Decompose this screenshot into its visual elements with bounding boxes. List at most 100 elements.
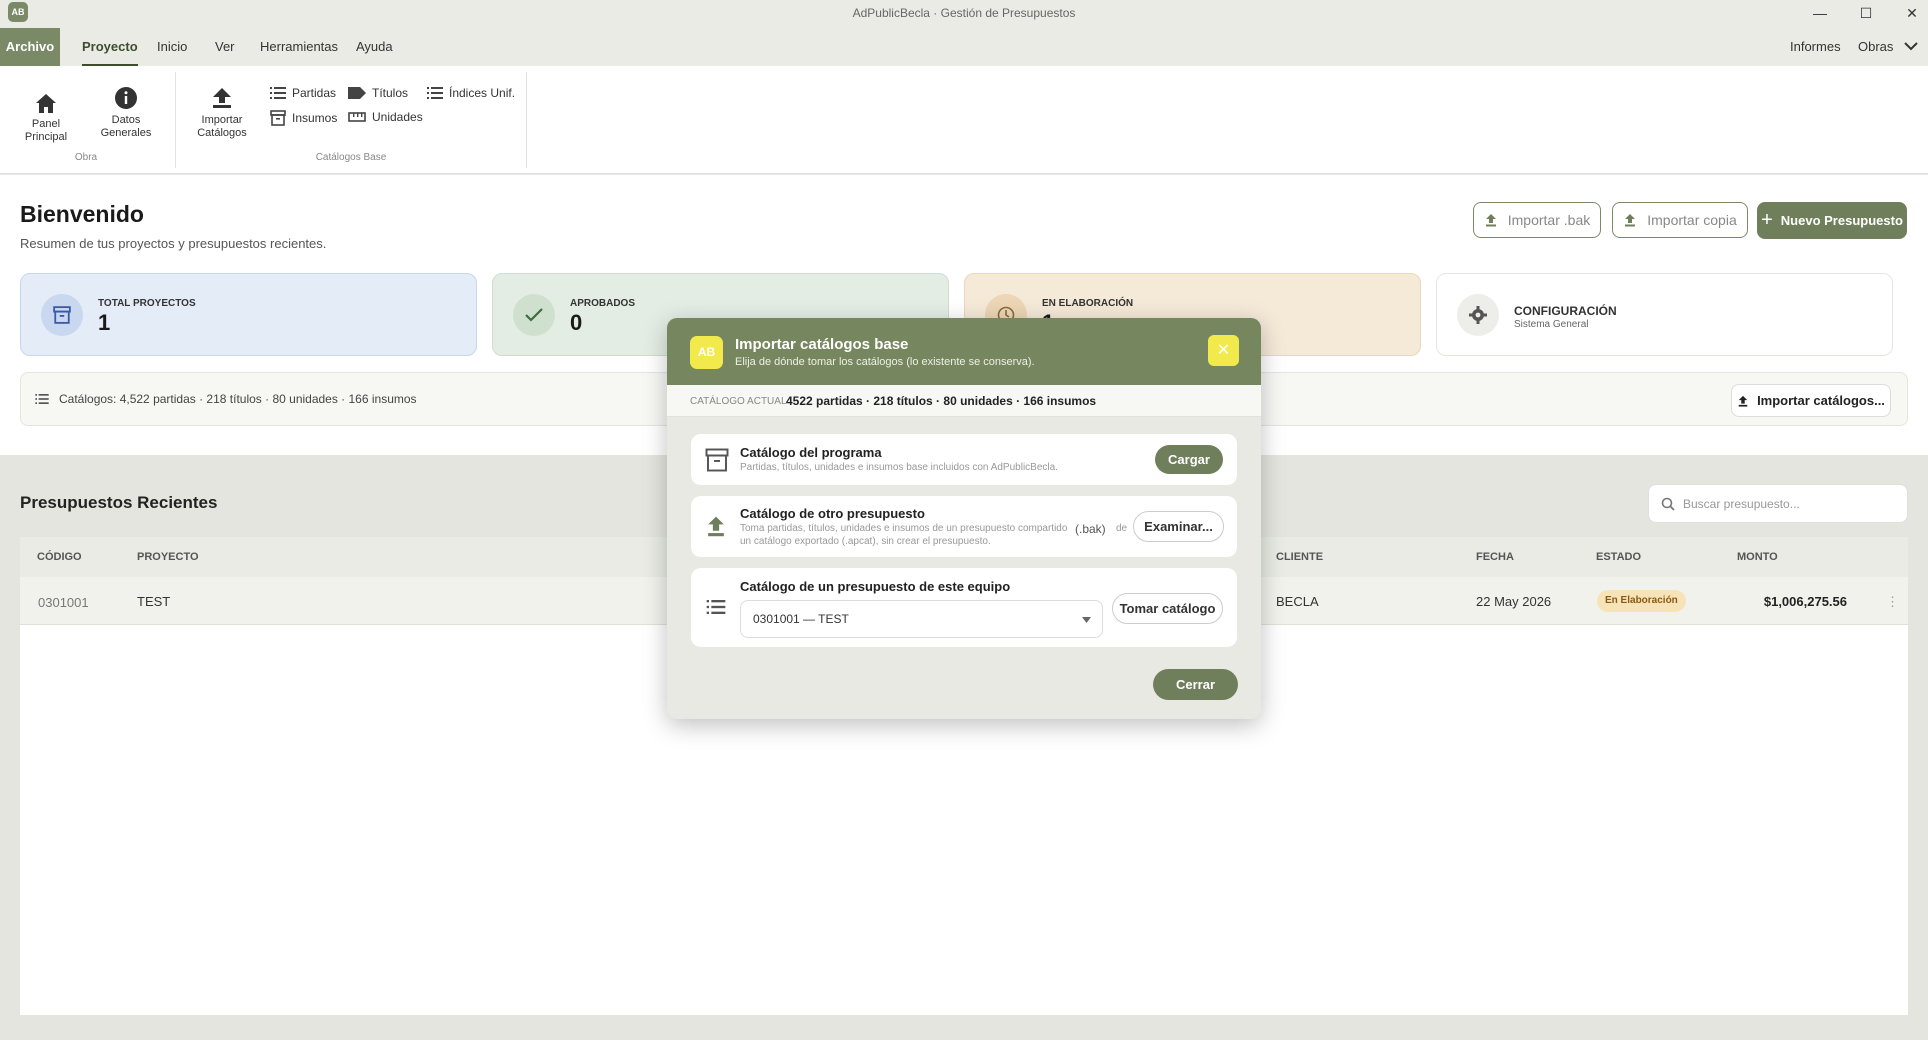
menu-inicio[interactable]: Inicio: [157, 28, 187, 66]
importar-catalogos-ribbon-button[interactable]: Importar Catálogos: [192, 86, 252, 140]
window-title: AdPublicBecla · Gestión de Presupuestos: [852, 6, 1076, 20]
ribbon: Panel Principal Datos Generales Obra Imp…: [0, 66, 1928, 174]
importar-catalogos-label: Importar catálogos...: [1757, 393, 1885, 408]
col-cliente[interactable]: CLIENTE: [1276, 551, 1323, 563]
list-icon: [706, 600, 726, 614]
ribbon-separator: [526, 72, 527, 168]
row-monto: $1,006,275.56: [1763, 594, 1847, 609]
search-icon: [1661, 497, 1675, 511]
partidas-label: Partidas: [292, 86, 337, 100]
team-budget-select[interactable]: 0301001 — TEST: [740, 600, 1103, 638]
configuracion-sub: Sistema General: [1514, 319, 1589, 330]
importar-label-1: Importar: [201, 114, 243, 126]
panel-principal-label: Panel Principal: [24, 118, 68, 143]
list-icon: [427, 87, 443, 99]
menu-ayuda[interactable]: Ayuda: [356, 28, 393, 66]
import-copia-label: Importar copia: [1647, 212, 1737, 228]
col-codigo[interactable]: CÓDIGO: [37, 551, 82, 563]
row-fecha: 22 May 2026: [1476, 594, 1552, 609]
plus-icon: +: [1761, 209, 1773, 231]
row-cliente: BECLA: [1276, 594, 1319, 609]
menu-archivo[interactable]: Archivo: [0, 28, 60, 66]
archive-icon: [270, 110, 286, 126]
gear-icon: [1457, 294, 1499, 336]
menu-proyecto[interactable]: Proyecto: [82, 28, 138, 66]
option-program-catalog: Catálogo del programa Partidas, títulos,…: [691, 434, 1237, 485]
configuracion-card[interactable]: CONFIGURACIÓN Sistema General: [1436, 273, 1893, 356]
tomar-catalogo-button[interactable]: Tomar catálogo: [1112, 593, 1223, 624]
menu-bar: Archivo Proyecto Inicio Ver Herramientas…: [0, 28, 1928, 66]
close-window-button[interactable]: ✕: [1890, 0, 1928, 26]
indices-label: Índices Unif.: [449, 86, 516, 100]
option-other-budget: Catálogo de otro presupuesto Toma partid…: [691, 496, 1237, 557]
maximize-button[interactable]: ☐: [1844, 0, 1888, 26]
configuracion-label: CONFIGURACIÓN: [1514, 304, 1617, 318]
menu-ver[interactable]: Ver: [215, 28, 235, 66]
insumos-button[interactable]: Insumos: [270, 110, 337, 126]
total-proyectos-label: TOTAL PROYECTOS: [98, 298, 196, 309]
ruler-icon: [348, 112, 366, 122]
dialog-title: Importar catálogos base: [735, 336, 909, 353]
upload-icon: [1738, 395, 1748, 407]
page-subtitle: Resumen de tus proyectos y presupuestos …: [20, 236, 327, 251]
cargar-button[interactable]: Cargar: [1155, 445, 1223, 474]
titulos-label: Títulos: [372, 86, 409, 100]
row-menu-icon[interactable]: ⋮: [1886, 594, 1899, 610]
info-icon: [115, 87, 137, 109]
col-estado[interactable]: ESTADO: [1596, 551, 1641, 563]
menu-informes[interactable]: Informes: [1790, 28, 1841, 66]
option-program-desc: Partidas, títulos, unidades e insumos ba…: [740, 462, 1058, 473]
nuevo-presupuesto-button[interactable]: + Nuevo Presupuesto: [1757, 202, 1907, 239]
total-proyectos-card[interactable]: TOTAL PROYECTOS 1: [20, 273, 477, 356]
option-other-desc-1: Toma partidas, títulos, unidades e insum…: [740, 523, 1068, 534]
check-icon: [513, 294, 555, 336]
home-icon: [36, 94, 56, 113]
examinar-button[interactable]: Examinar...: [1133, 511, 1224, 542]
team-budget-select-value: 0301001 — TEST: [753, 612, 849, 626]
dialog-logo: AB: [690, 336, 723, 369]
option-other-title: Catálogo de otro presupuesto: [740, 506, 925, 521]
option-other-bak: (.bak): [1075, 522, 1106, 536]
col-fecha[interactable]: FECHA: [1476, 551, 1514, 563]
dialog-subtitle: Elija de dónde tomar los catálogos (lo e…: [735, 356, 1035, 368]
en-elaboracion-label: EN ELABORACIÓN: [1042, 298, 1134, 309]
dropdown-arrow-icon: [1082, 617, 1091, 623]
chevron-down-icon[interactable]: [1903, 38, 1919, 59]
menu-obras[interactable]: Obras: [1858, 28, 1893, 66]
current-catalog-label: CATÁLOGO ACTUAL: [690, 396, 787, 407]
menu-herramientas[interactable]: Herramientas: [260, 28, 338, 66]
titulos-button[interactable]: Títulos: [348, 86, 408, 100]
status-badge: En Elaboración: [1597, 590, 1686, 612]
archive-icon: [41, 294, 83, 336]
list-icon: [270, 87, 286, 99]
indices-button[interactable]: Índices Unif.: [427, 86, 515, 100]
cerrar-button[interactable]: Cerrar: [1153, 669, 1238, 700]
import-catalogs-dialog: AB Importar catálogos base Elija de dónd…: [667, 318, 1261, 719]
dialog-close-button[interactable]: ✕: [1208, 335, 1239, 366]
insumos-label: Insumos: [292, 111, 338, 125]
panel-principal-button[interactable]: Panel Principal: [10, 92, 82, 144]
aprobados-label: APROBADOS: [570, 298, 636, 309]
importar-label-2: Catálogos: [197, 127, 247, 139]
upload-icon: [1485, 214, 1496, 227]
recent-title: Presupuestos Recientes: [20, 493, 218, 512]
datos-generales-button[interactable]: Datos Generales: [96, 86, 156, 140]
col-monto[interactable]: MONTO: [1737, 551, 1778, 563]
minimize-button[interactable]: —: [1798, 0, 1842, 26]
label-tag-icon: [348, 87, 366, 99]
option-other-desc-2: un catálogo exportado (.apcat), sin crea…: [740, 536, 991, 547]
importar-catalogos-button[interactable]: Importar catálogos...: [1731, 384, 1891, 417]
page-title: Bienvenido: [20, 201, 144, 227]
search-input[interactable]: Buscar presupuesto...: [1648, 484, 1908, 523]
aprobados-value: 0: [570, 310, 583, 335]
import-bak-button[interactable]: Importar .bak: [1473, 202, 1601, 238]
current-catalog-bar: CATÁLOGO ACTUAL 4522 partidas · 218 títu…: [667, 385, 1261, 417]
current-catalog-value: 4522 partidas · 218 títulos · 80 unidade…: [786, 394, 1097, 408]
col-proyecto[interactable]: PROYECTO: [137, 551, 199, 563]
option-team-title: Catálogo de un presupuesto de este equip…: [740, 579, 1011, 594]
partidas-button[interactable]: Partidas: [270, 86, 336, 100]
import-copia-button[interactable]: Importar copia: [1612, 202, 1748, 238]
nuevo-presupuesto-label: Nuevo Presupuesto: [1780, 213, 1903, 228]
unidades-button[interactable]: Unidades: [348, 110, 423, 124]
group-catalogos-label: Catálogos Base: [315, 152, 387, 163]
